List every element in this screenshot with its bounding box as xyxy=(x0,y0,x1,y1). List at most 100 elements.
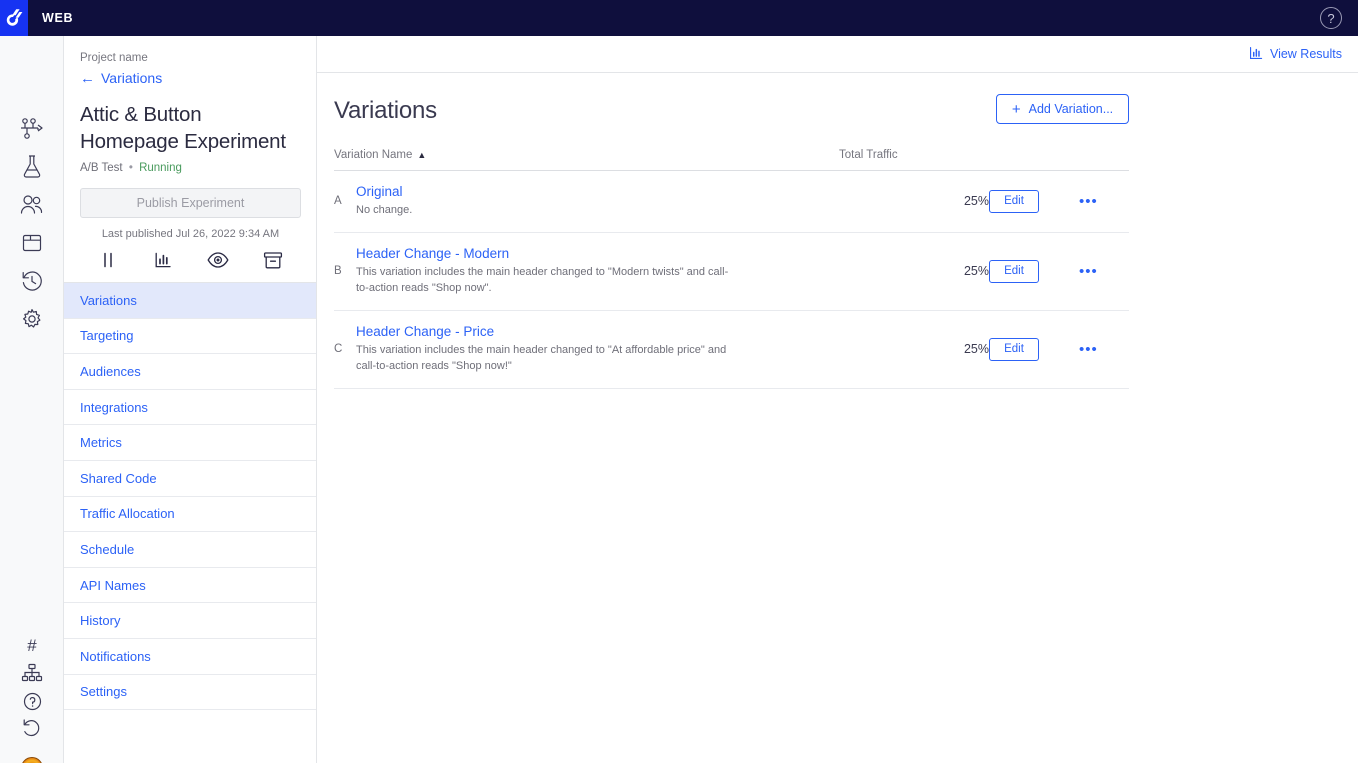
plus-icon: + xyxy=(1012,102,1021,117)
column-label: Variation Name xyxy=(334,149,412,161)
variation-name-cell: Original No change. xyxy=(356,171,839,233)
add-variation-button[interactable]: + Add Variation... xyxy=(996,94,1129,124)
nav-label: Traffic Allocation xyxy=(80,506,175,521)
view-results-label: View Results xyxy=(1270,47,1342,61)
sidebar-item-integrations[interactable]: Integrations xyxy=(64,390,316,426)
flask-icon[interactable] xyxy=(0,148,64,186)
bar-chart-icon[interactable] xyxy=(148,248,178,272)
variation-description: This variation includes the main header … xyxy=(356,343,741,375)
archive-icon[interactable] xyxy=(258,248,288,272)
variation-description: No change. xyxy=(356,203,741,219)
optimizely-logo-icon[interactable] xyxy=(0,0,28,36)
experiment-nav: Variations Targeting Audiences Integrati… xyxy=(64,282,316,710)
eye-preview-icon[interactable] xyxy=(203,248,233,272)
sidebar-item-variations[interactable]: Variations xyxy=(64,283,316,319)
sidebar-item-api-names[interactable]: API Names xyxy=(64,568,316,604)
nav-label: Settings xyxy=(80,684,127,699)
variation-letter: C xyxy=(334,310,356,388)
back-arrow-icon: ← xyxy=(80,71,95,86)
edit-cell: Edit xyxy=(989,232,1069,310)
bar-chart-icon xyxy=(1249,46,1263,63)
column-header-more xyxy=(1069,149,1129,171)
sidebar-item-metrics[interactable]: Metrics xyxy=(64,425,316,461)
add-variation-label: Add Variation... xyxy=(1029,102,1114,116)
experiment-controls xyxy=(80,248,301,282)
edit-cell: Edit xyxy=(989,171,1069,233)
publish-experiment-button[interactable]: Publish Experiment xyxy=(80,188,301,218)
table-row: A Original No change. 25% Edit ••• xyxy=(334,171,1129,233)
top-bar: WEB ? xyxy=(0,0,1358,36)
variation-letter: A xyxy=(334,171,356,233)
table-head: Variation Name▲ Total Traffic xyxy=(334,149,1129,171)
column-header-variation-name[interactable]: Variation Name▲ xyxy=(334,149,839,171)
column-header-total-traffic: Total Traffic xyxy=(839,149,989,171)
user-avatar[interactable] xyxy=(0,749,64,763)
audiences-icon[interactable] xyxy=(0,186,64,224)
help-question-icon[interactable] xyxy=(0,687,64,715)
experiment-subtitle: A/B Test • Running xyxy=(80,162,300,174)
experiment-panel: Project name ← Variations Attic & Button… xyxy=(64,36,317,763)
main-content: Variations + Add Variation... Variation … xyxy=(317,73,1358,763)
pause-icon[interactable] xyxy=(93,248,123,272)
variation-name-link[interactable]: Header Change - Modern xyxy=(356,246,839,261)
app-root: WEB ? xyxy=(0,0,1358,763)
variation-letter: B xyxy=(334,232,356,310)
pages-icon[interactable] xyxy=(0,224,64,262)
rail-top-group xyxy=(0,110,64,338)
back-to-variations-link[interactable]: ← Variations xyxy=(80,70,300,86)
last-published-text: Last published Jul 26, 2022 9:34 AM xyxy=(80,228,301,240)
nav-label: Metrics xyxy=(80,435,122,450)
sidebar-item-shared-code[interactable]: Shared Code xyxy=(64,461,316,497)
more-options-icon[interactable]: ••• xyxy=(1069,194,1129,209)
back-link-label: Variations xyxy=(101,70,162,86)
more-cell: ••• xyxy=(1069,171,1129,233)
page-title: Attic & Button Homepage Experiment xyxy=(80,101,300,155)
avatar-image xyxy=(21,757,43,763)
sidebar-item-settings[interactable]: Settings xyxy=(64,675,316,711)
sidebar-item-history[interactable]: History xyxy=(64,603,316,639)
settings-gear-icon[interactable] xyxy=(0,300,64,338)
nav-label: Schedule xyxy=(80,542,134,557)
view-results-button[interactable]: View Results xyxy=(1249,46,1342,63)
variation-name-link[interactable]: Original xyxy=(356,184,839,199)
column-header-edit xyxy=(989,149,1069,171)
undo-icon[interactable] xyxy=(0,715,64,743)
table-row: C Header Change - Price This variation i… xyxy=(334,310,1129,388)
help-question-icon[interactable]: ? xyxy=(1320,7,1342,29)
subtitle-separator: • xyxy=(129,162,133,174)
sidebar-item-audiences[interactable]: Audiences xyxy=(64,354,316,390)
variation-name-cell: Header Change - Price This variation inc… xyxy=(356,310,839,388)
topbar-right-group: ? xyxy=(1320,7,1342,29)
nav-label: History xyxy=(80,613,120,628)
table-body: A Original No change. 25% Edit ••• xyxy=(334,171,1129,389)
table-header-row: Variation Name▲ Total Traffic xyxy=(334,149,1129,171)
nav-label: Variations xyxy=(80,293,137,308)
sidebar-item-traffic-allocation[interactable]: Traffic Allocation xyxy=(64,497,316,533)
edit-button[interactable]: Edit xyxy=(989,338,1039,361)
experiment-type: A/B Test xyxy=(80,162,123,174)
sitemap-icon[interactable] xyxy=(0,659,64,687)
sidebar-item-notifications[interactable]: Notifications xyxy=(64,639,316,675)
more-options-icon[interactable]: ••• xyxy=(1069,342,1129,357)
rail-bottom-group: # xyxy=(0,631,64,763)
brand-label: WEB xyxy=(42,11,73,25)
more-options-icon[interactable]: ••• xyxy=(1069,264,1129,279)
panel-header: Project name ← Variations Attic & Button… xyxy=(64,36,316,282)
edit-button[interactable]: Edit xyxy=(989,190,1039,213)
history-icon[interactable] xyxy=(0,262,64,300)
edit-button[interactable]: Edit xyxy=(989,260,1039,283)
sidebar-item-schedule[interactable]: Schedule xyxy=(64,532,316,568)
content-inner: Variations + Add Variation... Variation … xyxy=(334,97,1129,389)
sidebar-item-targeting[interactable]: Targeting xyxy=(64,319,316,355)
hash-icon[interactable]: # xyxy=(0,631,64,659)
project-name-label: Project name xyxy=(80,52,300,64)
variation-name-link[interactable]: Header Change - Price xyxy=(356,324,839,339)
variations-table: Variation Name▲ Total Traffic A Original… xyxy=(334,149,1129,389)
flow-icon[interactable] xyxy=(0,110,64,148)
results-bar: View Results xyxy=(317,36,1358,73)
table-row: B Header Change - Modern This variation … xyxy=(334,232,1129,310)
nav-label: Integrations xyxy=(80,400,148,415)
variation-description: This variation includes the main header … xyxy=(356,265,741,297)
variation-traffic: 25% xyxy=(839,232,989,310)
icon-rail: # xyxy=(0,36,64,763)
